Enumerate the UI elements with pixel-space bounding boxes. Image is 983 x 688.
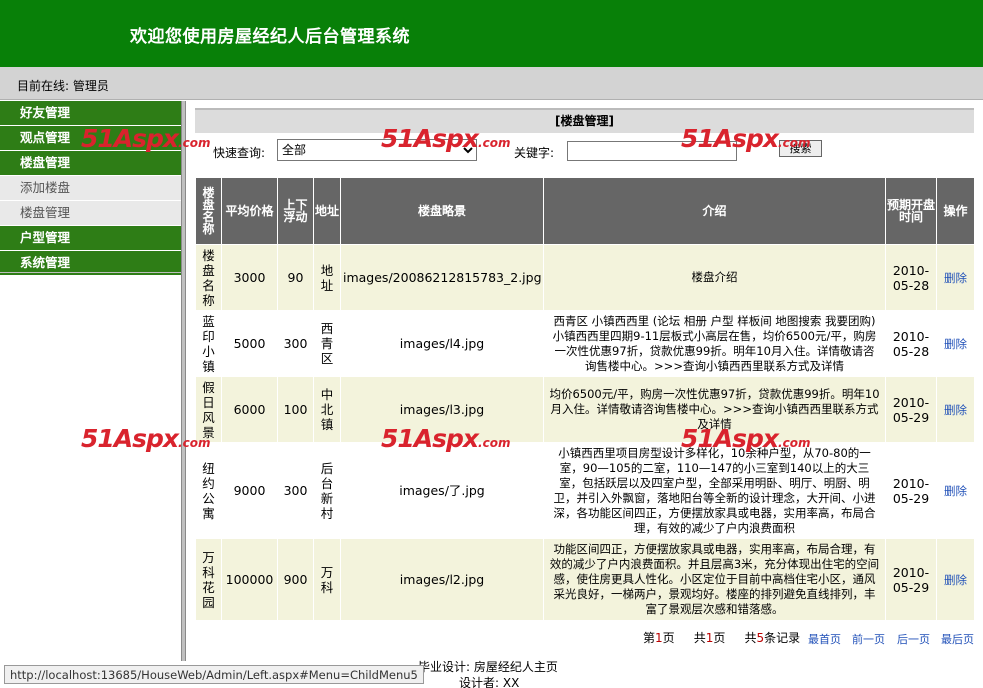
delete-link[interactable]: 删除	[944, 573, 967, 587]
menu-item-4[interactable]: 楼盘管理	[0, 201, 181, 226]
menu-group-1[interactable]: 观点管理	[0, 126, 181, 151]
pager-total-prefix: 共	[693, 631, 706, 645]
table-row: 万科花园 100000 900 万科 images/l2.jpg 功能区间四正，方便摆放家…	[195, 538, 975, 621]
cell-image-path: images/20086212815783_2.jpg	[340, 244, 544, 311]
cell-open-date: 2010-05-29	[885, 442, 937, 539]
delete-link[interactable]: 删除	[944, 403, 967, 417]
pager-info: 第1页 共1页 共5条记录	[643, 629, 800, 646]
table-row: 蓝印小镇 5000 300 西青区 images/l4.jpg 西青区 小镇西西里 (论坛…	[195, 310, 975, 377]
cell-price-float: 90	[277, 244, 314, 311]
footer-line-2: 设计者: XX	[459, 676, 520, 688]
cell-image-path: images/l3.jpg	[340, 376, 544, 443]
table-row: 楼盘名称 3000 90 地址 images/20086212815783_2.jpg 楼…	[195, 244, 975, 311]
menu-bottom-rule	[0, 272, 181, 273]
cell-house-name: 假日风景	[195, 376, 222, 443]
menu-group-0[interactable]: 好友管理	[0, 101, 181, 126]
cell-avg-price: 9000	[221, 442, 278, 539]
cell-intro: 楼盘介绍	[543, 244, 886, 311]
watermark-brand: 51Aspx	[81, 424, 179, 453]
pager-page-suffix: 页	[662, 631, 675, 645]
cell-avg-price: 6000	[221, 376, 278, 443]
cell-action: 删除	[936, 244, 975, 311]
delete-link[interactable]: 删除	[944, 337, 967, 351]
menu-group-5[interactable]: 户型管理	[0, 226, 181, 251]
col-header-address: 地址	[313, 177, 341, 245]
online-status-bar: 目前在线: 管理员	[0, 67, 983, 100]
cell-intro: 小镇西西里项目房型设计多样化，10余种户型，从70-80的一室，90—105的二…	[543, 442, 886, 539]
cell-image-path: images/l4.jpg	[340, 310, 544, 377]
keyword-input[interactable]	[567, 141, 737, 161]
cell-house-name: 纽约公寓	[195, 442, 222, 539]
watermark-logo: 51Aspx.com	[81, 424, 210, 453]
delete-link[interactable]: 删除	[944, 484, 967, 498]
col-header-image: 楼盘略景	[340, 177, 544, 245]
col-header-action: 操作	[936, 177, 975, 245]
cell-address: 万科	[313, 538, 341, 621]
cell-house-name: 蓝印小镇	[195, 310, 222, 377]
cell-house-name: 楼盘名称	[195, 244, 222, 311]
cell-avg-price: 3000	[221, 244, 278, 311]
status-bar-url: http://localhost:13685/HouseWeb/Admin/Le…	[4, 665, 424, 684]
keyword-label: 关键字:	[514, 146, 555, 160]
col-header-name: 楼盘名称	[195, 177, 222, 245]
menu-group-2[interactable]: 楼盘管理	[0, 151, 181, 176]
quick-query-label: 快速查询:	[213, 146, 266, 160]
cell-open-date: 2010-05-29	[885, 376, 937, 443]
cell-avg-price: 100000	[221, 538, 278, 621]
pager-first-link[interactable]: 最首页	[808, 631, 841, 647]
section-title: [楼盘管理]	[195, 108, 974, 133]
cell-action: 删除	[936, 538, 975, 621]
pager-prev-link[interactable]: 前一页	[852, 631, 885, 647]
cell-intro: 西青区 小镇西西里 (论坛 相册 户型 样板间 地图搜索 我要团购)小镇西西里四…	[543, 310, 886, 377]
cell-action: 删除	[936, 310, 975, 377]
cell-action: 删除	[936, 376, 975, 443]
pager-records-count: 5	[756, 631, 765, 645]
app-title: 欢迎您使用房屋经纪人后台管理系统	[130, 27, 410, 47]
search-button[interactable]: 搜索	[779, 140, 822, 157]
delete-link[interactable]: 删除	[944, 271, 967, 285]
pager-page-prefix: 第	[643, 631, 656, 645]
pager-last-link[interactable]: 最后页	[941, 631, 974, 647]
pager-current-page: 1	[655, 631, 663, 645]
cell-address: 西青区	[313, 310, 341, 377]
header-bar: 欢迎您使用房屋经纪人后台管理系统	[0, 0, 983, 67]
cell-open-date: 2010-05-28	[885, 310, 937, 377]
house-table: 楼盘名称 平均价格 上下浮动 地址 楼盘略景 介绍 预期开盘时间 操作 楼盘名称…	[195, 177, 975, 621]
cell-open-date: 2010-05-29	[885, 538, 937, 621]
col-header-intro: 介绍	[543, 177, 886, 245]
cell-price-float: 900	[277, 538, 314, 621]
cell-price-float: 300	[277, 442, 314, 539]
col-header-price: 平均价格	[221, 177, 278, 245]
cell-address: 地址	[313, 244, 341, 311]
table-row: 纽约公寓 9000 300 后台新村 images/了.jpg 小镇西西里项目房型设计多样…	[195, 442, 975, 539]
cell-price-float: 300	[277, 310, 314, 377]
footer-line-1: 毕业设计: 房屋经纪人主页	[418, 660, 558, 674]
pager-total-suffix: 页	[713, 631, 726, 645]
pager-records-prefix: 共	[744, 631, 757, 645]
menu-item-3[interactable]: 添加楼盘	[0, 176, 181, 201]
col-header-float: 上下浮动	[277, 177, 314, 245]
watermark-suffix: .com	[478, 136, 511, 150]
cell-avg-price: 5000	[221, 310, 278, 377]
cell-house-name: 万科花园	[195, 538, 222, 621]
pager-records-suffix: 条记录	[764, 631, 801, 645]
pager-next-link[interactable]: 后一页	[897, 631, 930, 647]
table-header-row: 楼盘名称 平均价格 上下浮动 地址 楼盘略景 介绍 预期开盘时间 操作	[195, 177, 975, 245]
cell-intro: 功能区间四正，方便摆放家具或电器，实用率高，布局合理，有效的减少了户内浪费面积。…	[543, 538, 886, 621]
cell-intro: 均价6500元/平，购房一次性优惠97折，贷款优惠99折。明年10月入住。详情敬…	[543, 376, 886, 443]
cell-image-path: images/了.jpg	[340, 442, 544, 539]
cell-address: 后台新村	[313, 442, 341, 539]
cell-action: 删除	[936, 442, 975, 539]
col-header-date: 预期开盘时间	[885, 177, 937, 245]
left-menu: 好友管理 观点管理 楼盘管理 添加楼盘 楼盘管理 户型管理 系统管理	[0, 101, 181, 276]
quick-query-select[interactable]: 全部	[277, 139, 477, 161]
table-row: 假日风景 6000 100 中北镇 images/l3.jpg 均价6500元/平，购房一…	[195, 376, 975, 443]
cell-open-date: 2010-05-28	[885, 244, 937, 311]
cell-price-float: 100	[277, 376, 314, 443]
online-user-text: 目前在线: 管理员	[17, 79, 109, 93]
cell-address: 中北镇	[313, 376, 341, 443]
cell-image-path: images/l2.jpg	[340, 538, 544, 621]
frame-splitter[interactable]	[181, 101, 186, 661]
